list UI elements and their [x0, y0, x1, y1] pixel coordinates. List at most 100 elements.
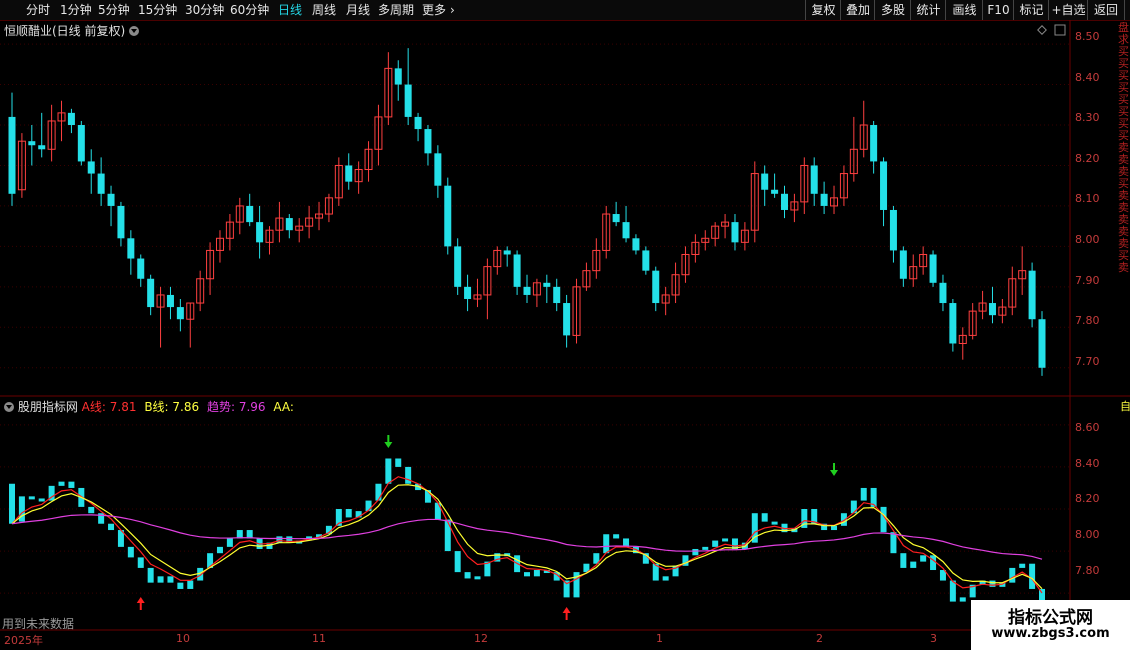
indicator-bar [831, 525, 838, 531]
indicator-bar [434, 502, 441, 520]
candle-body [988, 303, 996, 316]
date-tick: 3 [930, 632, 937, 645]
indicator-bar [761, 513, 768, 522]
period-tab-7[interactable]: 周线 [312, 2, 336, 18]
indicator-bar [216, 546, 223, 554]
candle-body [434, 153, 442, 186]
candle-body [67, 112, 75, 126]
candle-body [949, 303, 957, 344]
indicator-bar [88, 506, 95, 514]
toolbar-button-5[interactable]: F10 [982, 0, 1014, 20]
toolbar-button-0[interactable]: 复权 [805, 0, 841, 20]
price-tick: 8.50 [1075, 30, 1100, 43]
indicator-bar [524, 572, 530, 577]
period-tab-4[interactable]: 30分钟 [185, 2, 224, 18]
indicator-bar [375, 483, 382, 501]
indicator-bar [959, 597, 966, 602]
period-tab-2[interactable]: 5分钟 [98, 2, 130, 18]
candle-body [8, 116, 16, 194]
watermark-title: 指标公式网 [1008, 608, 1093, 628]
candle-body [632, 238, 640, 251]
top-toolbar: 分时 1分钟 5分钟 15分钟 30分钟 60分钟 日线 周线 月线 多周期 更多 › 复权 叠加 多股 统计… [0, 0, 1130, 21]
period-tab-0[interactable]: 分时 [26, 2, 50, 18]
candle-body [464, 286, 472, 299]
indicator-bar [147, 567, 154, 583]
period-tab-3[interactable]: 15分钟 [138, 2, 177, 18]
toolbar-button-3[interactable]: 统计 [910, 0, 946, 20]
candle-body [28, 141, 36, 146]
watermark: 指标公式网 www.zbgs3.com [971, 600, 1130, 650]
sell-arrow-icon [384, 442, 393, 448]
price-tick: 7.90 [1075, 274, 1100, 287]
indicator-bar [860, 487, 867, 501]
indicator-bar [157, 576, 164, 583]
a-line-label: A线: [81, 400, 106, 414]
indicator-bar [385, 458, 392, 484]
candle-body [899, 250, 907, 279]
indicator-bar [58, 481, 65, 486]
indicator-bar [930, 555, 937, 571]
indicator-bar [395, 458, 402, 467]
period-tab-6[interactable]: 日线 [278, 2, 302, 18]
candle-body [731, 222, 739, 243]
indicator-bar [533, 570, 540, 577]
indicator-bar [949, 580, 956, 602]
indicator-tick: 8.00 [1075, 528, 1100, 541]
toolbar-button-2[interactable]: 多股 [874, 0, 911, 20]
price-tick: 8.10 [1075, 192, 1100, 205]
candle-body [117, 205, 125, 239]
candle-body [543, 282, 551, 287]
period-tab-1[interactable]: 1分钟 [60, 2, 92, 18]
candle-body [87, 161, 95, 174]
indicator-bar [28, 496, 35, 500]
candlestick-chart [0, 20, 1130, 631]
indicator-tick: 7.80 [1075, 564, 1100, 577]
indicator-tick: 8.40 [1075, 457, 1100, 470]
date-tick: 11 [312, 632, 326, 645]
toolbar-button-1[interactable]: 叠加 [840, 0, 875, 20]
toolbar-button-8[interactable]: 返回 [1087, 0, 1125, 20]
price-tick: 8.20 [1075, 152, 1100, 165]
price-tick: 7.80 [1075, 314, 1100, 327]
candle-body [345, 165, 353, 182]
price-tick: 8.00 [1075, 233, 1100, 246]
indicator-bar [613, 534, 620, 539]
toolbar-button-7[interactable]: +自选 [1048, 0, 1088, 20]
indicator-tick: 8.60 [1075, 421, 1100, 434]
candle-body [176, 307, 184, 320]
date-tick: 2025年 [4, 634, 43, 647]
period-tab-9[interactable]: 多周期 [378, 2, 414, 18]
indicator-bar [345, 509, 352, 518]
trend-label: 趋势: [206, 400, 236, 414]
toolbar-button-4[interactable]: 画线 [945, 0, 983, 20]
indicator-bar [365, 500, 372, 512]
candle-body [810, 165, 818, 194]
price-tick: 8.40 [1075, 71, 1100, 84]
indicator-dropdown-icon[interactable] [4, 402, 14, 412]
candle-body [771, 189, 779, 194]
candle-body [889, 209, 897, 251]
indicator-bar [712, 540, 719, 547]
indicator-name: 股朋指标网 [17, 400, 78, 414]
indicator-bar [702, 546, 709, 550]
indicator-bar [603, 534, 610, 554]
candle-body [939, 282, 947, 304]
indicator-bar [464, 572, 471, 579]
toolbar-button-6[interactable]: 标记 [1013, 0, 1049, 20]
candle-body [404, 84, 412, 117]
candle-body [107, 193, 115, 206]
indicator-side-label: 自 [1120, 400, 1130, 413]
indicator-bar [910, 561, 917, 568]
candle-body [256, 222, 264, 243]
indicator-bar [474, 576, 481, 580]
indicator-bar [38, 498, 45, 502]
indicator-bar [850, 500, 857, 514]
more-chevron-icon[interactable]: › [450, 2, 455, 18]
period-tab-5[interactable]: 60分钟 [230, 2, 269, 18]
diamond-icon [1037, 25, 1047, 35]
period-tab-10[interactable]: 更多 [422, 2, 446, 18]
period-tab-8[interactable]: 月线 [346, 2, 370, 18]
b-line-label: B线: [144, 400, 169, 414]
candle-body [97, 173, 105, 194]
candle-body [652, 270, 660, 304]
